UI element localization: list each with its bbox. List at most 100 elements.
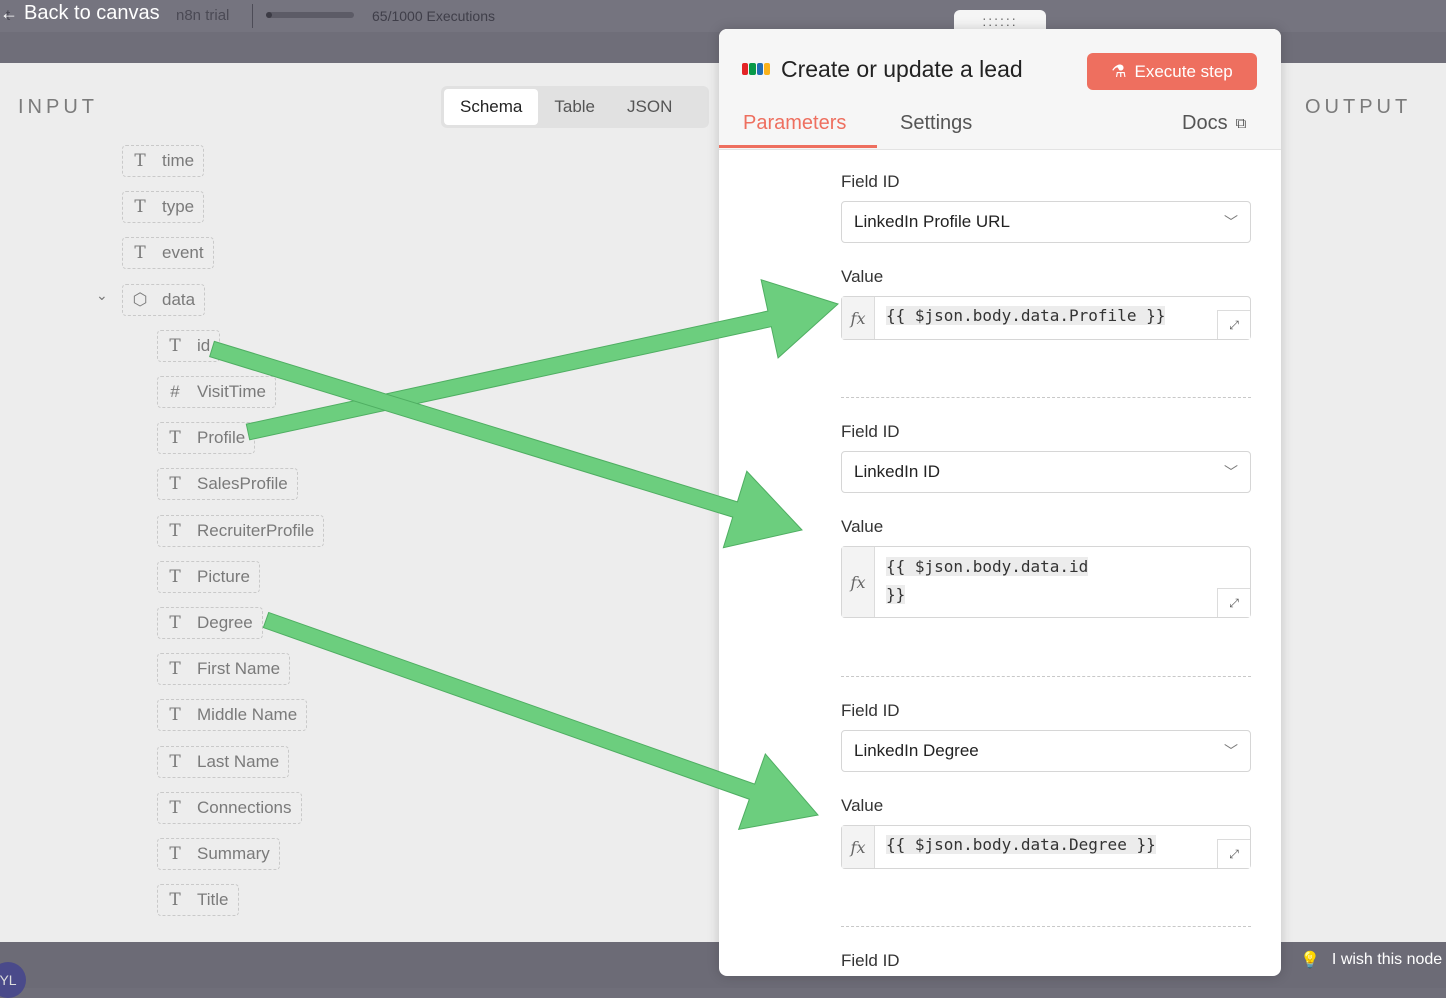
schema-field-profile[interactable]: T Profile <box>157 422 256 455</box>
string-type-icon: T <box>169 890 181 911</box>
executions-count: 65/1000 Executions <box>372 8 495 24</box>
schema-field-first-name[interactable]: T First Name <box>157 653 291 686</box>
schema-field-event[interactable]: Tevent <box>122 237 214 270</box>
arrow-left-icon: ← <box>0 2 18 23</box>
fx-icon: fx <box>842 826 875 868</box>
executions-progress-bar <box>266 12 354 18</box>
value-label: Value <box>841 517 884 536</box>
expression-text: {{ $json.body.data.id }} <box>886 557 1089 604</box>
schema-field-label: Connections <box>197 797 292 817</box>
string-type-icon: T <box>169 335 181 356</box>
string-type-icon: T <box>169 428 181 449</box>
schema-field-connections[interactable]: T Connections <box>157 791 302 824</box>
schema-field-label: type <box>162 197 195 217</box>
parameters-body: Field ID LinkedIn Profile URL ﹀ Value fx… <box>719 149 1281 976</box>
chevron-down-icon: ﹀ <box>1224 464 1238 480</box>
field-id-value: LinkedIn Degree <box>854 741 979 760</box>
field-id-select[interactable]: LinkedIn ID ﹀ <box>841 451 1251 493</box>
node-editor-modal: Create or update a lead ⚗ Execute step P… <box>719 29 1281 976</box>
field-id-select[interactable]: LinkedIn Profile URL ﹀ <box>841 201 1251 243</box>
schema-field-label: event <box>162 243 204 263</box>
string-type-icon: T <box>169 659 181 680</box>
node-title[interactable]: Create or update a lead <box>781 56 1023 83</box>
schema-field-summary[interactable]: T Summary <box>157 838 280 870</box>
schema-field-time[interactable]: Ttime <box>122 145 205 177</box>
schema-field-label: SalesProfile <box>197 474 288 494</box>
docs-label: Docs <box>1182 112 1228 134</box>
schema-field-middle-name[interactable]: T Middle Name <box>157 699 308 732</box>
field-divider <box>841 397 1251 398</box>
docs-link[interactable]: Docs ⧉ <box>1182 112 1246 135</box>
field-divider <box>841 926 1251 927</box>
schema-field-salesprofile[interactable]: T SalesProfile <box>157 468 298 501</box>
string-type-icon: T <box>169 751 181 772</box>
schema-field-label: Picture <box>197 566 250 586</box>
execute-step-label: Execute step <box>1134 61 1233 81</box>
field-id-label: Field ID <box>841 172 900 191</box>
field-id-label: Field ID <box>841 701 900 720</box>
value-label: Value <box>841 267 884 286</box>
expression-text: {{ $json.body.data.Degree }} <box>886 835 1156 854</box>
expression-text: {{ $json.body.data.Profile }} <box>886 306 1166 325</box>
output-panel-title: OUTPUT <box>1305 96 1412 118</box>
field-id-value: LinkedIn ID <box>854 462 940 481</box>
string-type-icon: T <box>169 520 181 541</box>
top-header-bar: t n8n trial 65/1000 Executions <box>0 0 1446 32</box>
field-divider <box>841 676 1251 677</box>
schema-field-label: Summary <box>197 844 270 863</box>
schema-field-label: data <box>162 289 196 309</box>
field-id-value: LinkedIn Profile URL <box>854 212 1010 231</box>
string-type-icon: T <box>169 566 181 587</box>
schema-field-label: id <box>197 335 211 355</box>
value-label: Value <box>841 796 884 815</box>
schema-field-degree[interactable]: T Degree <box>157 607 263 639</box>
node-feedback-link[interactable]: 💡 I wish this node would... <box>1300 950 1446 970</box>
input-panel-title: INPUT <box>18 96 98 118</box>
node-feedback-label: I wish this node would... <box>1331 951 1446 968</box>
trial-label: n8n trial <box>176 7 230 24</box>
schema-field-recruiterprofile[interactable]: T RecruiterProfile <box>157 514 325 547</box>
schema-field-visittime[interactable]: # VisitTime <box>157 376 276 408</box>
schema-field-type[interactable]: Ttype <box>122 191 205 224</box>
executions-progress-fill <box>266 12 272 18</box>
expand-editor-icon[interactable]: ⤢ <box>1217 839 1250 868</box>
view-mode-tabs: Schema Table JSON <box>441 86 709 128</box>
field-id-select[interactable]: LinkedIn Degree ﹀ <box>841 730 1251 772</box>
string-type-icon: T <box>169 705 181 726</box>
tab-settings[interactable]: Settings <box>900 112 972 135</box>
field-id-label: Field ID <box>841 951 900 970</box>
zoho-logo-icon <box>742 63 770 75</box>
schema-field-label: RecruiterProfile <box>197 520 315 540</box>
tab-schema[interactable]: Schema <box>444 89 539 125</box>
input-panel: INPUT Schema Table JSON Ttime Ttype Tevent… <box>0 63 720 942</box>
fx-icon: fx <box>842 297 875 339</box>
value-expression-input[interactable]: fx {{ $json.body.data.Profile }} ⤢ <box>841 296 1251 340</box>
execute-step-button[interactable]: ⚗ Execute step <box>1087 53 1257 90</box>
value-expression-input[interactable]: fx {{ $json.body.data.id }} ⤢ <box>841 546 1251 618</box>
schema-field-label: time <box>162 151 195 170</box>
chevron-down-icon: ﹀ <box>1224 214 1238 230</box>
chevron-down-icon[interactable]: ⌄ <box>96 287 108 304</box>
string-type-icon: T <box>169 844 181 864</box>
schema-field-last-name[interactable]: T Last Name <box>157 745 290 778</box>
tab-table[interactable]: Table <box>538 89 611 125</box>
cube-icon: ⬡ <box>132 289 148 310</box>
schema-field-picture[interactable]: T Picture <box>157 560 260 593</box>
value-expression-input[interactable]: fx {{ $json.body.data.Degree }} ⤢ <box>841 825 1251 869</box>
string-type-icon: T <box>169 613 181 633</box>
string-type-icon: T <box>134 197 146 218</box>
back-to-canvas-link[interactable]: ← Back to canvas <box>0 0 160 26</box>
expand-editor-icon[interactable]: ⤢ <box>1217 310 1250 339</box>
chevron-down-icon: ﹀ <box>1224 743 1238 759</box>
expand-editor-icon[interactable]: ⤢ <box>1217 588 1250 617</box>
schema-field-label: Title <box>197 890 229 910</box>
tab-parameters[interactable]: Parameters <box>743 112 846 135</box>
fx-icon: fx <box>842 547 875 617</box>
schema-field-label: Degree <box>197 613 253 632</box>
schema-field-title[interactable]: T Title <box>157 884 239 917</box>
schema-field-id[interactable]: Tid <box>157 329 221 362</box>
schema-field-data[interactable]: ⬡ data <box>122 283 206 316</box>
output-panel: OUTPUT <box>1280 63 1446 942</box>
schema-field-label: First Name <box>197 659 281 679</box>
tab-json[interactable]: JSON <box>611 89 688 125</box>
